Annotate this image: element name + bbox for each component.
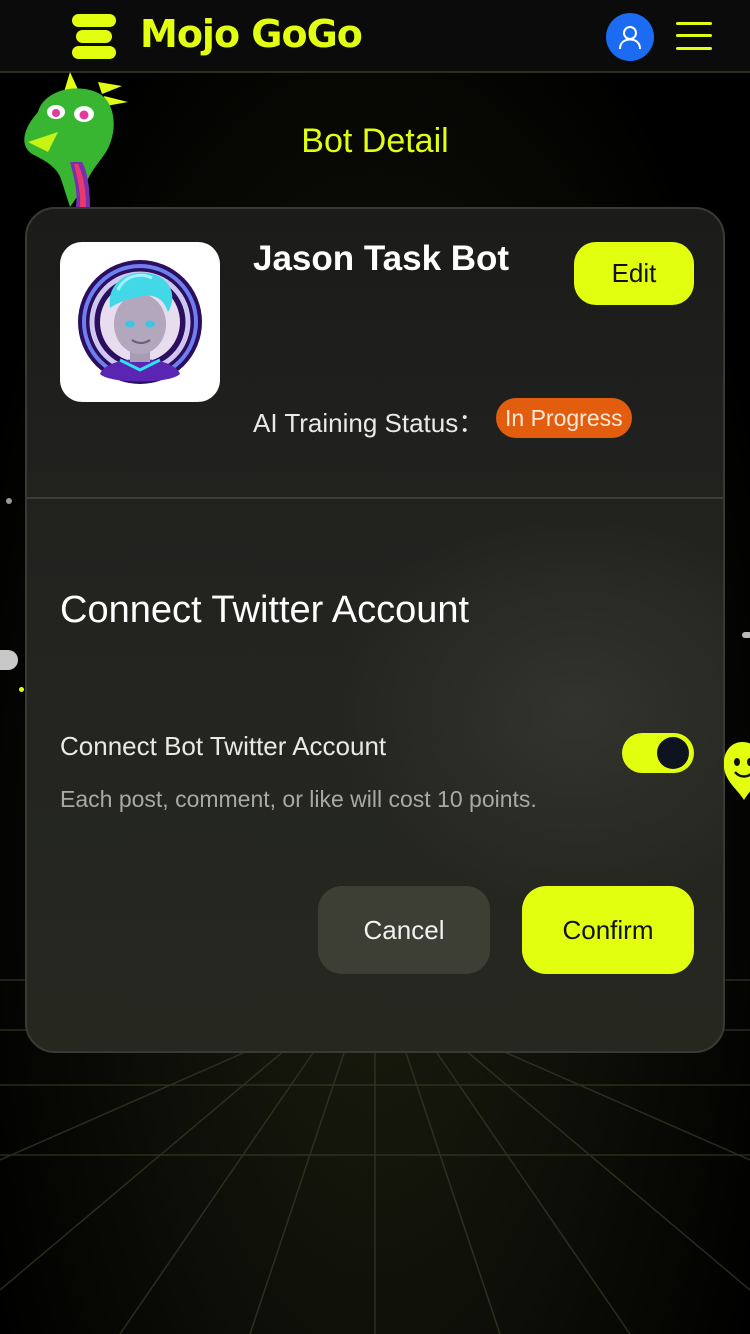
logo-icon[interactable] [70, 14, 118, 60]
user-profile-button[interactable] [606, 13, 654, 61]
bot-avatar-image [78, 260, 202, 384]
edit-button[interactable]: Edit [574, 242, 694, 305]
user-icon [619, 26, 641, 50]
hamburger-menu-icon[interactable] [676, 20, 712, 52]
cancel-button[interactable]: Cancel [318, 886, 490, 974]
decor-blob [742, 632, 750, 638]
app-header: Mojo GoGo [0, 0, 750, 73]
bot-detail-card: Jason Task Bot Edit AI Training Status： … [25, 207, 725, 1053]
divider [27, 497, 723, 499]
decor-dot [6, 498, 12, 504]
connect-section-title: Connect Twitter Account [60, 589, 470, 631]
connect-toggle-label: Connect Bot Twitter Account [60, 731, 387, 761]
connect-twitter-toggle[interactable] [622, 733, 694, 773]
bot-name: Jason Task Bot [253, 239, 510, 278]
bot-avatar [60, 242, 220, 402]
ai-training-status-label: AI Training Status： [253, 408, 485, 438]
confirm-button[interactable]: Confirm [522, 886, 694, 974]
page-title: Bot Detail [301, 122, 449, 160]
decor-dot [19, 687, 24, 692]
cost-hint-text: Each post, comment, or like will cost 10… [60, 786, 537, 812]
toggle-knob [657, 737, 689, 769]
smiley-sticker [724, 742, 750, 800]
brand-name[interactable]: Mojo GoGo [140, 12, 363, 56]
status-badge: In Progress [496, 398, 632, 438]
